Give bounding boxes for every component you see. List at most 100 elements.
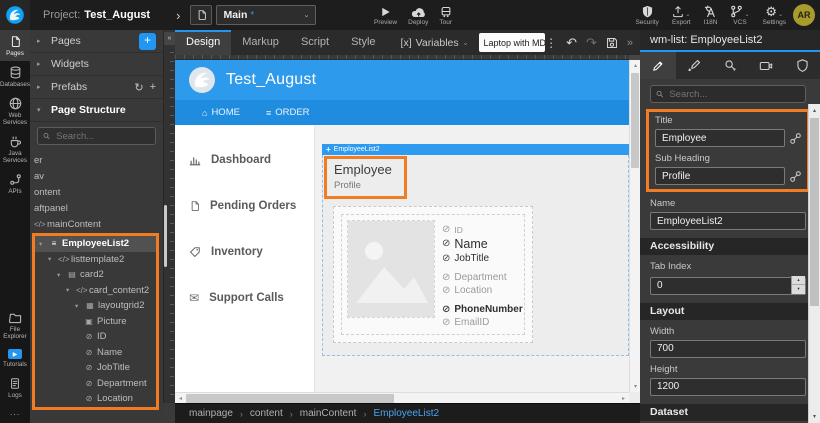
tour-button[interactable]: Tour	[439, 5, 452, 26]
rail-overflow-button[interactable]: ...	[0, 403, 30, 423]
refresh-prefabs-button[interactable]: ↻	[134, 81, 143, 94]
tab-security[interactable]	[784, 52, 820, 79]
vcs-button[interactable]: ⌄ VCS	[730, 5, 749, 26]
highlight-box-list-header[interactable]: Employee Profile	[324, 156, 407, 199]
collapse-panel-button[interactable]: «	[164, 32, 175, 45]
scroll-down-arrow[interactable]: ▾	[809, 411, 820, 422]
section-accessibility[interactable]: Accessibility	[640, 238, 820, 255]
list-field-widget[interactable]: ⊘ Location	[442, 285, 518, 296]
structure-search[interactable]	[37, 127, 156, 145]
section-pages[interactable]: ▸ Pages +	[30, 30, 163, 53]
menu-item-inventory[interactable]: Inventory	[175, 229, 314, 275]
security-button[interactable]: Security	[635, 5, 658, 26]
menu-item-pending-orders[interactable]: Pending Orders	[175, 183, 314, 229]
width-input[interactable]	[650, 340, 806, 358]
scroll-up-arrow[interactable]: ▴	[809, 105, 820, 116]
rail-item-web-services[interactable]: Web Services	[0, 92, 30, 130]
page-header[interactable]: Test_August	[175, 60, 629, 100]
name-input[interactable]	[650, 212, 806, 230]
section-dataset[interactable]: Dataset	[640, 404, 820, 421]
structure-search-input[interactable]	[54, 130, 150, 143]
canvas-more-menu[interactable]: ⋮	[545, 36, 557, 50]
rail-item-logs[interactable]: Logs	[0, 372, 30, 403]
device-select[interactable]: Laptop with MDPI Screen ⌄	[479, 33, 546, 52]
rail-item-tutorials[interactable]: ▶ Tutorials	[0, 344, 30, 372]
rail-item-apis[interactable]: APIs	[0, 168, 30, 199]
redo-button[interactable]: ↷	[586, 35, 597, 51]
page-icon-button[interactable]	[190, 5, 212, 25]
breadcrumb-item[interactable]: mainpage	[189, 408, 233, 419]
horizontal-scroll-thumb[interactable]	[186, 394, 394, 403]
tree-node[interactable]: ▾ </> listtemplate2	[35, 252, 156, 268]
tabindex-input[interactable]	[650, 277, 806, 295]
preview-button[interactable]: Preview	[374, 5, 397, 26]
tree-caret-icon[interactable]: ▾	[48, 255, 55, 263]
tab-design[interactable]: Design	[175, 30, 231, 55]
properties-search-input[interactable]	[667, 88, 800, 101]
tree-node[interactable]: ⊘ Location	[35, 391, 156, 407]
scroll-left-arrow[interactable]: ◂	[175, 393, 186, 404]
breadcrumb-item[interactable]: › content	[240, 408, 283, 419]
tree-node[interactable]: ⊘ Department	[35, 376, 156, 392]
stepper-down-button[interactable]: ▾	[792, 285, 805, 293]
tree-node[interactable]: ▣ Picture	[35, 314, 156, 330]
tree-caret-icon[interactable]: ▾	[75, 302, 82, 310]
employee-list-widget[interactable]: Employee Profile	[322, 155, 629, 356]
undo-button[interactable]: ↶	[566, 35, 577, 51]
tab-script[interactable]: Script	[290, 30, 340, 55]
tab-properties[interactable]	[640, 52, 676, 79]
tree-node[interactable]: ▾ </> card_content2	[35, 283, 156, 299]
panel-scrollbar-thumb[interactable]	[164, 205, 167, 267]
subheading-input[interactable]	[655, 167, 785, 185]
properties-scroll-thumb[interactable]	[810, 118, 819, 306]
list-field-widget[interactable]: ⊘ JobTitle	[442, 253, 518, 264]
tree-caret-icon[interactable]: ▾	[66, 286, 73, 294]
title-input[interactable]	[655, 129, 785, 147]
rail-item-pages[interactable]: Pages	[0, 30, 30, 61]
tree-node[interactable]: aftpanel	[30, 200, 163, 216]
list-field-widget[interactable]: ⊘ EmailID	[442, 317, 518, 328]
list-field-widget[interactable]: ⊘ Department	[442, 272, 518, 283]
page-selector-dropdown[interactable]: Main * ⌄	[216, 5, 316, 25]
project-expand-chevron[interactable]: ›	[176, 8, 180, 23]
stepper-up-button[interactable]: ▴	[792, 276, 805, 285]
nav-home[interactable]: ⌂ HOME	[202, 107, 240, 118]
tree-node[interactable]: ⊘ JobTitle	[35, 360, 156, 376]
add-page-button[interactable]: +	[139, 33, 156, 50]
i18n-button[interactable]: I18N	[704, 5, 718, 26]
export-button[interactable]: ⌄ Export	[672, 5, 691, 26]
list-field-widget[interactable]: ⊘ PhoneNumber	[442, 304, 518, 315]
section-widgets[interactable]: ▸ Widgets	[30, 53, 163, 76]
nav-order[interactable]: ≡ ORDER	[266, 107, 310, 118]
menu-item-support-calls[interactable]: ✉ Support Calls	[175, 275, 314, 321]
tree-node[interactable]: ⊘ Name	[35, 345, 156, 361]
section-page-structure[interactable]: ▾ Page Structure	[30, 99, 163, 122]
list-field-widget[interactable]: ⊘ Name	[442, 237, 518, 251]
tree-node[interactable]: av	[30, 168, 163, 184]
tree-node[interactable]: ▾ ▦ layoutgrid2	[35, 298, 156, 314]
tree-caret-icon[interactable]: ▾	[57, 271, 64, 279]
scroll-right-arrow[interactable]: ▸	[618, 393, 629, 404]
menu-item-dashboard[interactable]: Dashboard	[175, 137, 314, 183]
tree-node[interactable]: er	[30, 152, 163, 168]
tree-caret-icon[interactable]: ▾	[39, 240, 46, 248]
variables-dropdown[interactable]: [x] Variables ⌄	[401, 37, 469, 49]
tab-events[interactable]	[712, 52, 748, 79]
selected-widget-tag[interactable]: + EmployeeList2	[322, 144, 629, 155]
bind-title-button[interactable]	[790, 133, 801, 144]
deploy-button[interactable]: Deploy	[408, 5, 428, 26]
tree-node[interactable]: ontent	[30, 184, 163, 200]
toolbar-overflow-button[interactable]: »	[627, 37, 633, 49]
section-layout[interactable]: Layout	[640, 303, 820, 320]
picture-placeholder[interactable]	[348, 221, 434, 317]
tree-node[interactable]: ▾ ▤ card2	[35, 267, 156, 283]
tab-devices[interactable]	[748, 52, 784, 79]
tree-node[interactable]: ▾ ≡ EmployeeList2	[35, 236, 156, 252]
add-prefab-button[interactable]: +	[150, 81, 156, 93]
bind-subheading-button[interactable]	[790, 171, 801, 182]
breadcrumb-item[interactable]: › mainContent	[290, 408, 357, 419]
list-field-widget[interactable]: ⊘ ID	[442, 225, 518, 235]
settings-button[interactable]: ⚙ ⌄ Settings	[763, 5, 787, 26]
rail-item-file-explorer[interactable]: File Explorer	[0, 307, 30, 344]
height-input[interactable]	[650, 378, 806, 396]
